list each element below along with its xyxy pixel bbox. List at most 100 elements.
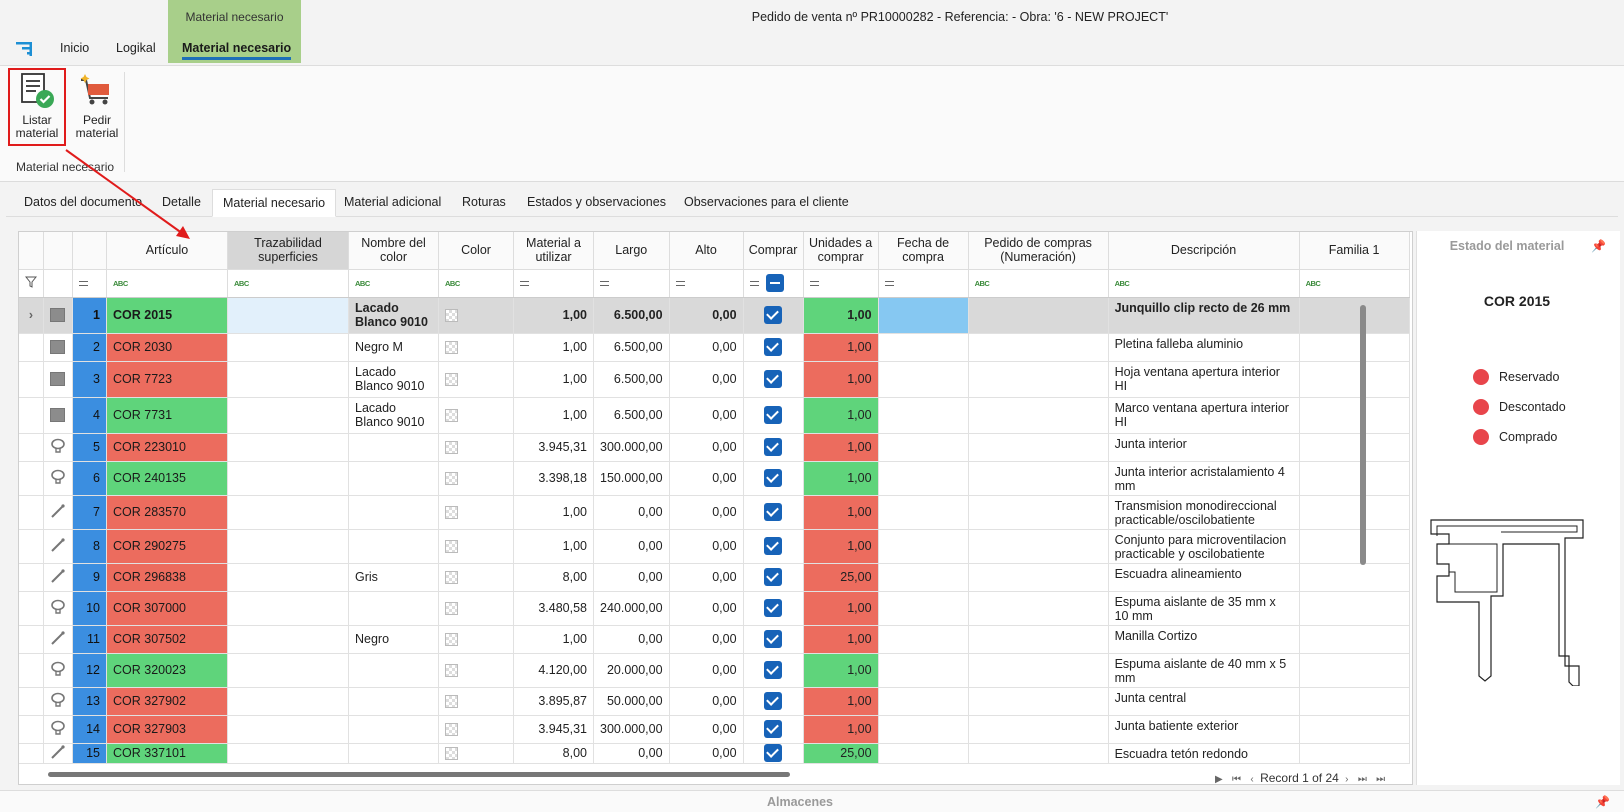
alto-cell[interactable]: 0,00 bbox=[669, 297, 744, 334]
material-cell[interactable]: 3.480,58 bbox=[513, 591, 594, 626]
material-cell[interactable]: 1,00 bbox=[513, 495, 594, 530]
largo-cell[interactable]: 150.000,00 bbox=[593, 461, 670, 496]
nombre-color-cell[interactable]: Negro bbox=[348, 625, 439, 654]
comprar-checkbox[interactable] bbox=[764, 568, 783, 586]
trazabilidad-cell[interactable] bbox=[227, 333, 349, 362]
pedir-material-button[interactable]: Pedir material bbox=[70, 70, 124, 144]
color-cell[interactable] bbox=[438, 461, 514, 496]
material-cell[interactable]: 1,00 bbox=[513, 397, 594, 434]
comprar-cell[interactable] bbox=[743, 333, 804, 362]
filter-largo[interactable] bbox=[593, 269, 670, 298]
nombre-color-cell[interactable] bbox=[348, 529, 439, 564]
pedido-cell[interactable] bbox=[968, 333, 1109, 362]
familia-cell[interactable] bbox=[1299, 397, 1410, 434]
material-cell[interactable]: 3.398,18 bbox=[513, 461, 594, 496]
filter-pedido[interactable]: ABC bbox=[968, 269, 1109, 298]
row-expand-icon[interactable] bbox=[19, 743, 44, 764]
pedido-cell[interactable] bbox=[968, 461, 1109, 496]
familia-cell[interactable] bbox=[1299, 687, 1410, 716]
filter-fecha[interactable] bbox=[878, 269, 969, 298]
fecha-cell[interactable] bbox=[878, 591, 969, 626]
grid-horizontal-scrollbar[interactable] bbox=[40, 772, 800, 778]
fecha-cell[interactable] bbox=[878, 397, 969, 434]
fecha-cell[interactable] bbox=[878, 529, 969, 564]
comprar-checkbox[interactable] bbox=[764, 338, 783, 356]
comprar-cell[interactable] bbox=[743, 591, 804, 626]
comprar-cell[interactable] bbox=[743, 653, 804, 688]
unidades-cell[interactable]: 1,00 bbox=[803, 495, 879, 530]
table-row[interactable]: 11 COR 307502 Negro 1,00 0,00 0,00 1,00 Manilla… bbox=[19, 625, 1410, 654]
color-cell[interactable] bbox=[438, 495, 514, 530]
row-expand-icon[interactable] bbox=[19, 687, 44, 716]
unidades-cell[interactable]: 1,00 bbox=[803, 397, 879, 434]
material-cell[interactable]: 4.120,00 bbox=[513, 653, 594, 688]
familia-cell[interactable] bbox=[1299, 297, 1410, 334]
largo-cell[interactable]: 0,00 bbox=[593, 625, 670, 654]
comprar-checkbox[interactable] bbox=[764, 438, 783, 456]
pedido-cell[interactable] bbox=[968, 715, 1109, 744]
table-row[interactable]: 13 COR 327902 3.895,87 50.000,00 0,00 1,00 Jun… bbox=[19, 687, 1410, 716]
fecha-cell[interactable] bbox=[878, 333, 969, 362]
trazabilidad-cell[interactable] bbox=[227, 653, 349, 688]
unidades-cell[interactable]: 1,00 bbox=[803, 687, 879, 716]
tab-roturas[interactable]: Roturas bbox=[452, 189, 516, 217]
color-cell[interactable] bbox=[438, 591, 514, 626]
header-largo[interactable]: Largo bbox=[593, 232, 670, 270]
nombre-color-cell[interactable] bbox=[348, 687, 439, 716]
descripcion-cell[interactable]: Manilla Cortizo bbox=[1108, 625, 1300, 654]
row-expand-icon[interactable] bbox=[19, 461, 44, 496]
fecha-cell[interactable] bbox=[878, 361, 969, 398]
tab-observaciones-cliente[interactable]: Observaciones para el cliente bbox=[674, 189, 859, 217]
unidades-cell[interactable]: 1,00 bbox=[803, 461, 879, 496]
alto-cell[interactable]: 0,00 bbox=[669, 625, 744, 654]
material-cell[interactable]: 1,00 bbox=[513, 333, 594, 362]
row-expand-icon[interactable] bbox=[19, 563, 44, 592]
alto-cell[interactable]: 0,00 bbox=[669, 743, 744, 764]
trazabilidad-cell[interactable] bbox=[227, 591, 349, 626]
trazabilidad-cell[interactable] bbox=[227, 361, 349, 398]
table-row[interactable]: 5 COR 223010 3.945,31 300.000,00 0,00 1,00 Jun… bbox=[19, 433, 1410, 462]
trazabilidad-cell[interactable] bbox=[227, 495, 349, 530]
pedido-cell[interactable] bbox=[968, 529, 1109, 564]
pedido-cell[interactable] bbox=[968, 563, 1109, 592]
table-row[interactable]: 14 COR 327903 3.945,31 300.000,00 0,00 1,00 Ju… bbox=[19, 715, 1410, 744]
descripcion-cell[interactable]: Junta central bbox=[1108, 687, 1300, 716]
pedido-cell[interactable] bbox=[968, 397, 1109, 434]
header-color[interactable]: Color bbox=[438, 232, 514, 270]
familia-cell[interactable] bbox=[1299, 461, 1410, 496]
largo-cell[interactable]: 0,00 bbox=[593, 563, 670, 592]
pedido-cell[interactable] bbox=[968, 495, 1109, 530]
fecha-cell[interactable] bbox=[878, 687, 969, 716]
table-row[interactable]: 12 COR 320023 4.120,00 20.000,00 0,00 1,00 Esp… bbox=[19, 653, 1410, 688]
tab-detalle[interactable]: Detalle bbox=[152, 189, 211, 217]
ribbon-tab-logikal[interactable]: Logikal bbox=[116, 41, 156, 55]
alto-cell[interactable]: 0,00 bbox=[669, 653, 744, 688]
material-cell[interactable]: 8,00 bbox=[513, 743, 594, 764]
nombre-color-cell[interactable]: Lacado Blanco 9010 bbox=[348, 297, 439, 334]
filter-trazabilidad[interactable]: ABC bbox=[227, 269, 349, 298]
comprar-checkbox[interactable] bbox=[764, 370, 783, 388]
trazabilidad-cell[interactable] bbox=[227, 563, 349, 592]
comprar-checkbox[interactable] bbox=[764, 503, 783, 521]
articulo-cell[interactable]: COR 320023 bbox=[106, 653, 228, 688]
table-row[interactable]: 9 COR 296838 Gris 8,00 0,00 0,00 25,00 Escuadra… bbox=[19, 563, 1410, 592]
header-unidades[interactable]: Unidades a comprar bbox=[803, 232, 879, 270]
descripcion-cell[interactable]: Junquillo clip recto de 26 mm bbox=[1108, 297, 1300, 334]
nombre-color-cell[interactable] bbox=[348, 591, 439, 626]
pedido-cell[interactable] bbox=[968, 743, 1109, 764]
fecha-cell[interactable] bbox=[878, 743, 969, 764]
trazabilidad-cell[interactable] bbox=[227, 687, 349, 716]
color-cell[interactable] bbox=[438, 333, 514, 362]
comprar-cell[interactable] bbox=[743, 495, 804, 530]
tab-material-adicional[interactable]: Material adicional bbox=[334, 189, 451, 217]
alto-cell[interactable]: 0,00 bbox=[669, 433, 744, 462]
table-row[interactable]: 2 COR 2030 Negro M 1,00 6.500,00 0,00 1,00 Plet… bbox=[19, 333, 1410, 362]
comprar-filter-checkbox[interactable] bbox=[766, 274, 785, 292]
fecha-cell[interactable] bbox=[878, 653, 969, 688]
unidades-cell[interactable]: 1,00 bbox=[803, 591, 879, 626]
header-descripcion[interactable]: Descripción bbox=[1108, 232, 1300, 270]
largo-cell[interactable]: 300.000,00 bbox=[593, 715, 670, 744]
trazabilidad-cell[interactable] bbox=[227, 397, 349, 434]
unidades-cell[interactable]: 1,00 bbox=[803, 715, 879, 744]
table-row[interactable]: 8 COR 290275 1,00 0,00 0,00 1,00 Conjunto para… bbox=[19, 529, 1410, 564]
